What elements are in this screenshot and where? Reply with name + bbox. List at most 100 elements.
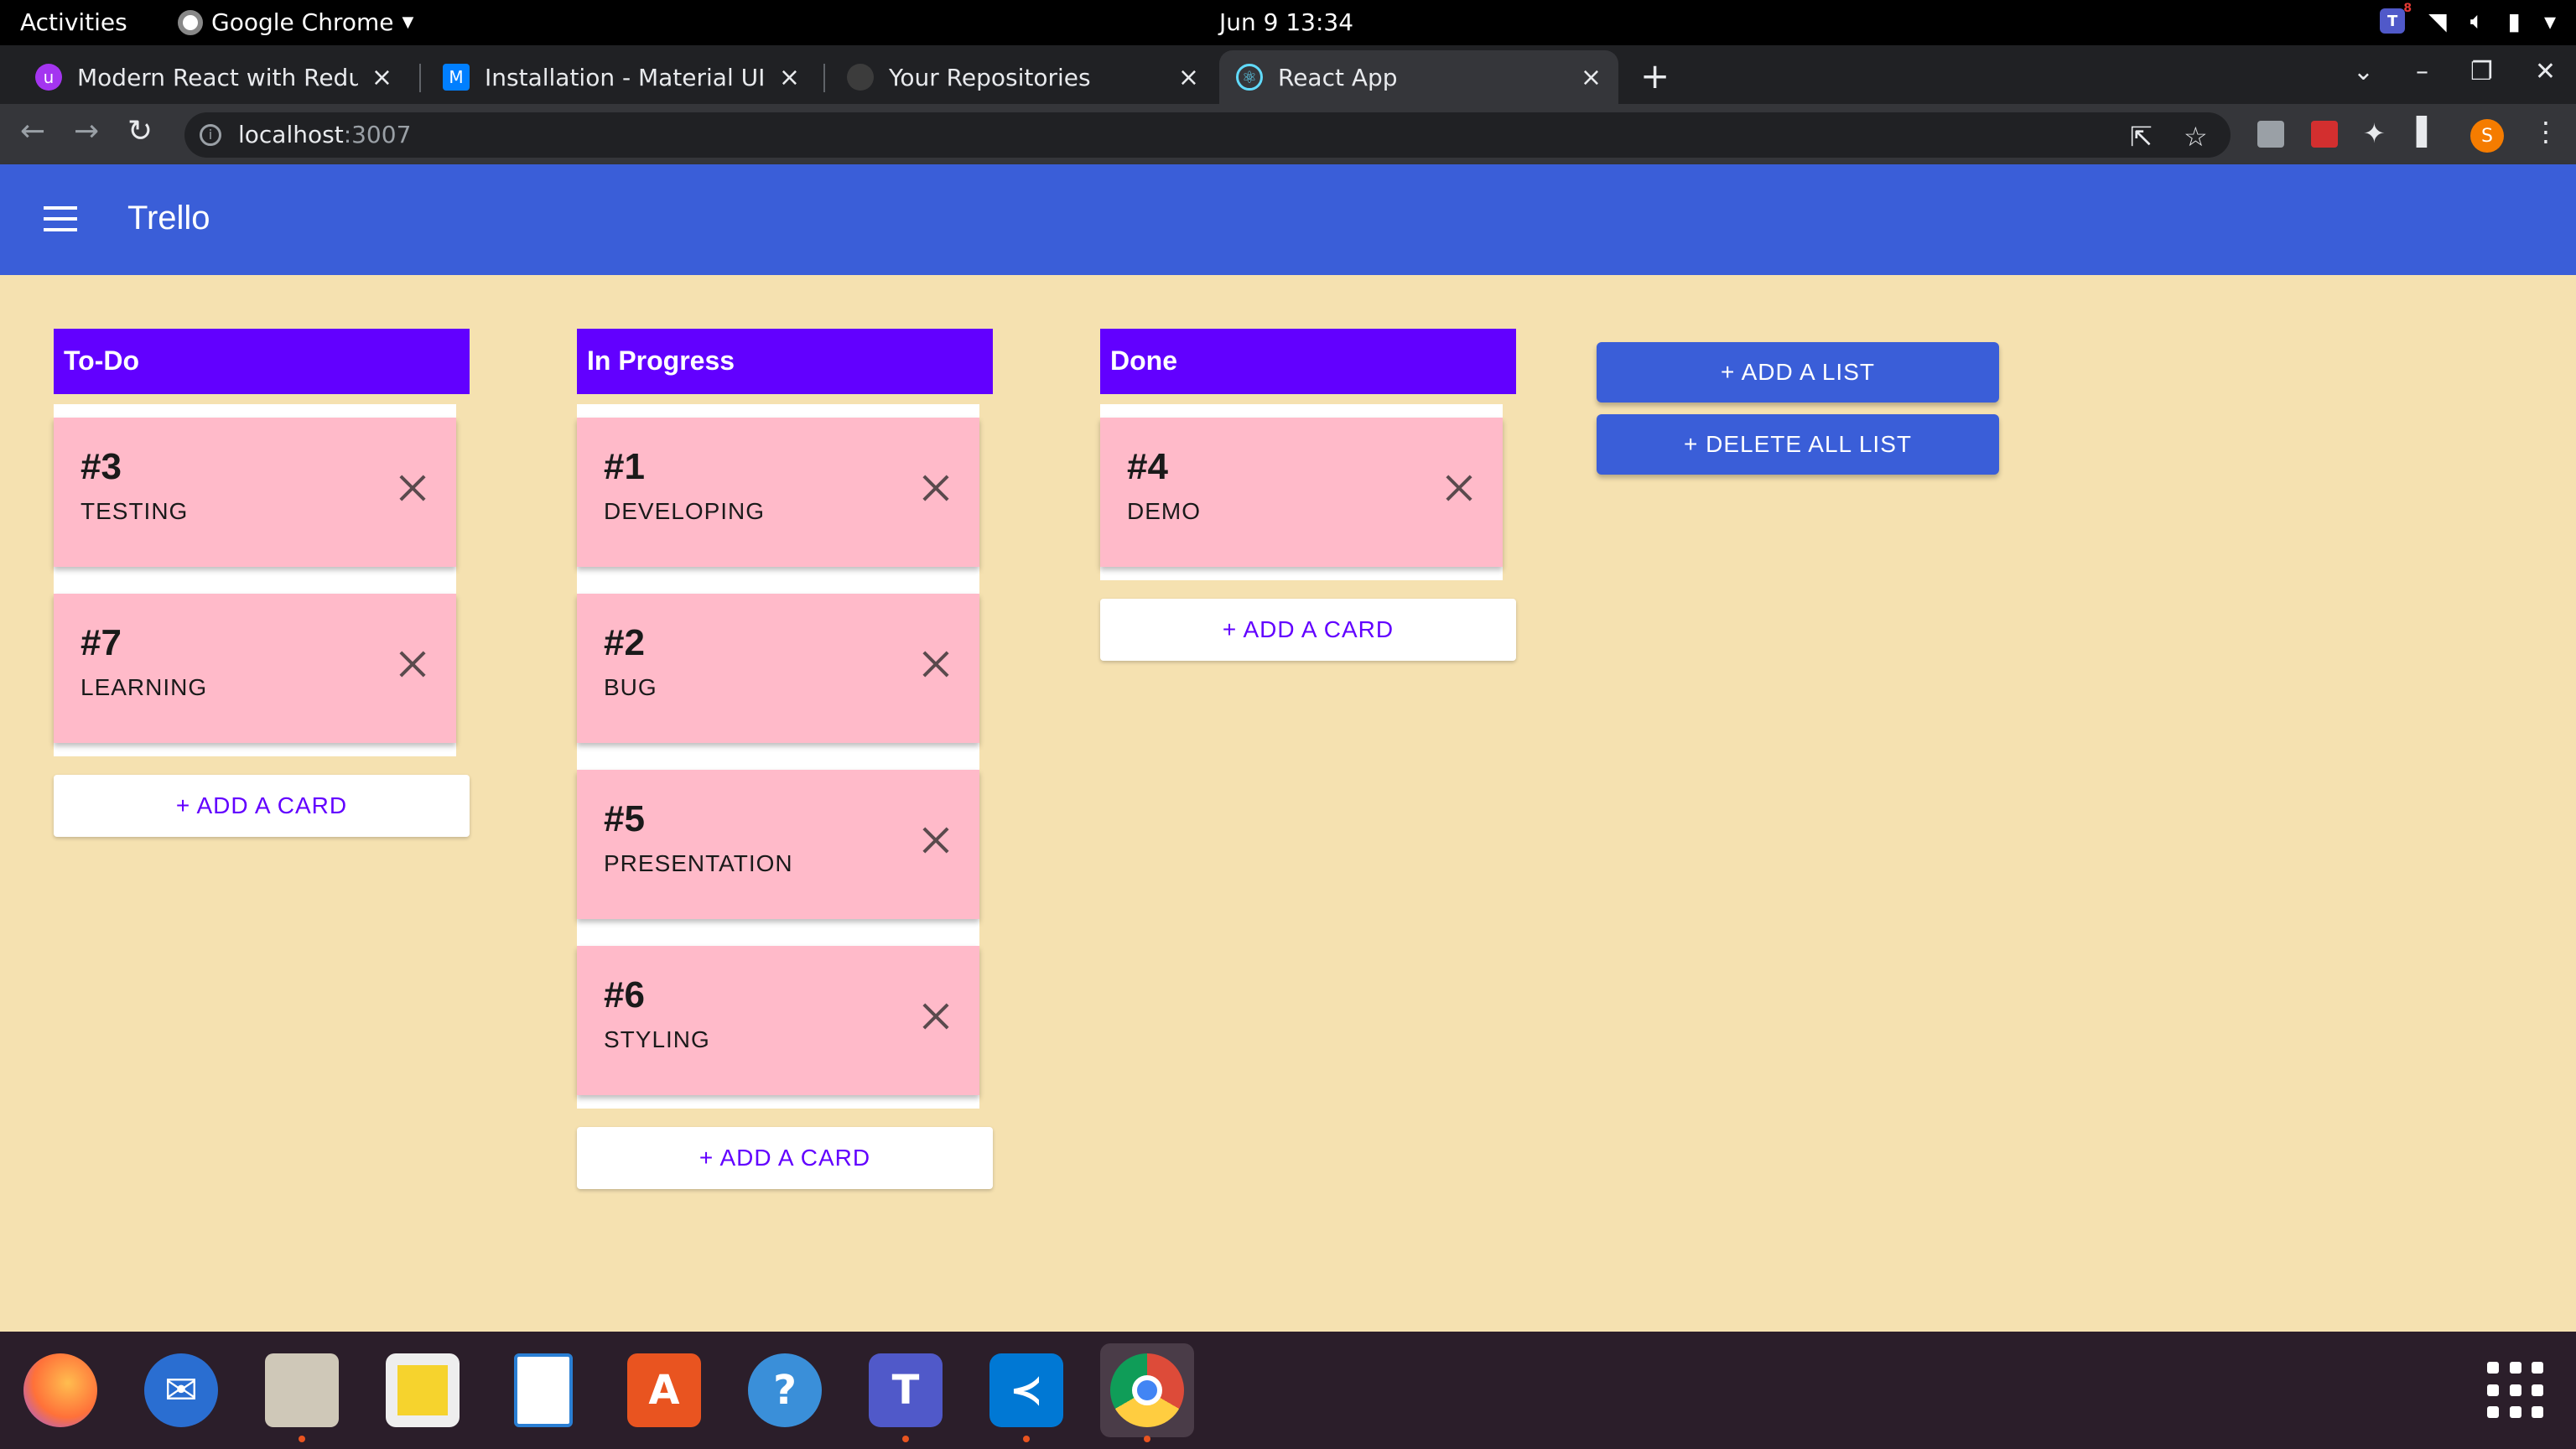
files-icon — [265, 1353, 339, 1427]
restore-button[interactable]: ❐ — [2470, 57, 2493, 86]
thunderbird-icon: ✉ — [144, 1353, 218, 1427]
browser-tab[interactable]: u Modern React with Redux × — [18, 50, 409, 104]
card-name: BUG — [604, 674, 657, 700]
card[interactable]: #3 TESTING — [54, 418, 456, 567]
card[interactable]: #5 PRESENTATION — [577, 770, 979, 919]
forward-icon[interactable]: → — [74, 114, 99, 148]
app-title: Trello — [127, 200, 210, 236]
chrome-menu-icon[interactable]: ⋮ — [2532, 116, 2559, 148]
add-card-button[interactable]: + ADD A CARD — [577, 1127, 993, 1189]
url-text[interactable]: localhost:3007 — [238, 121, 411, 148]
browser-tab-active[interactable]: ⚛ React App × — [1219, 50, 1618, 104]
address-bar[interactable]: i localhost:3007 ⇱ ☆ — [184, 112, 2231, 158]
battery-icon: ▮ — [2507, 7, 2521, 35]
card-name: DEVELOPING — [604, 498, 766, 524]
back-icon[interactable]: ← — [20, 114, 45, 148]
card[interactable]: #4 DEMO — [1100, 418, 1503, 567]
dock-thunderbird[interactable]: ✉ — [134, 1343, 228, 1437]
dock-teams[interactable]: T — [859, 1343, 953, 1442]
close-tab-icon[interactable]: × — [1178, 63, 1199, 92]
system-tray[interactable]: T8 ◥ 🔈︎ ▮ ▾ — [2380, 2, 2556, 35]
app-menu[interactable]: Google Chrome ▼ — [178, 8, 413, 36]
share-icon[interactable]: ⇱ — [2130, 121, 2153, 153]
bookmark-star-icon[interactable]: ☆ — [2184, 121, 2208, 153]
github-icon — [847, 64, 874, 91]
card[interactable]: #7 LEARNING — [54, 594, 456, 743]
card-name: PRESENTATION — [604, 850, 793, 876]
extension-c-icon[interactable] — [2257, 121, 2284, 148]
dock-help[interactable]: ? — [738, 1343, 832, 1437]
card-number: #7 — [80, 622, 122, 663]
list-title[interactable]: To-Do — [54, 329, 470, 394]
menu-icon[interactable] — [44, 206, 77, 231]
close-tab-icon[interactable]: × — [1581, 63, 1602, 92]
browser-toolbar: ← → ↻ i localhost:3007 ⇱ ☆ ✦ ▌ S ⋮ — [0, 104, 2576, 164]
reload-icon[interactable]: ↻ — [127, 114, 153, 148]
browser-tab[interactable]: Your Repositories × — [830, 50, 1216, 104]
card[interactable]: #1 DEVELOPING — [577, 418, 979, 567]
delete-card-icon[interactable] — [394, 646, 431, 683]
list-done: Done #4 DEMO + ADD A CARD — [1100, 329, 1516, 661]
show-applications-icon[interactable] — [2487, 1362, 2544, 1419]
browser-tab[interactable]: M Installation - Material UI × — [426, 50, 817, 104]
delete-card-icon[interactable] — [917, 470, 954, 506]
teams-tray-icon[interactable]: T8 — [2380, 2, 2412, 34]
clock[interactable]: Jun 9 13:34 — [1219, 8, 1353, 36]
list-cards: #4 DEMO — [1100, 404, 1503, 567]
card-name: STYLING — [604, 1026, 710, 1052]
libreoffice-writer-icon — [514, 1353, 573, 1427]
power-menu-icon[interactable]: ▾ — [2544, 8, 2556, 35]
list-title[interactable]: Done — [1100, 329, 1516, 394]
close-tab-icon[interactable]: × — [371, 63, 392, 92]
tab-search-icon[interactable]: ⌄ — [2353, 57, 2374, 86]
site-info-icon[interactable]: i — [200, 124, 221, 146]
extension-red-icon[interactable] — [2311, 121, 2338, 148]
chrome-icon — [1110, 1353, 1184, 1427]
delete-all-lists-button[interactable]: + DELETE ALL LIST — [1597, 414, 1999, 475]
close-window-button[interactable]: ✕ — [2535, 57, 2556, 86]
list-in-progress: In Progress #1 DEVELOPING #2 BUG #5 PRES… — [577, 329, 993, 1189]
wifi-icon: ◥ — [2428, 7, 2447, 35]
add-list-button[interactable]: + ADD A LIST — [1597, 342, 1999, 402]
react-icon: ⚛ — [1236, 64, 1263, 91]
software-center-icon: A — [627, 1353, 701, 1427]
close-tab-icon[interactable]: × — [779, 63, 800, 92]
card-name: TESTING — [80, 498, 189, 524]
card[interactable]: #2 BUG — [577, 594, 979, 743]
card-number: #2 — [604, 622, 645, 663]
caret-down-icon: ▼ — [402, 13, 414, 31]
add-card-button[interactable]: + ADD A CARD — [1100, 599, 1516, 661]
activities-button[interactable]: Activities — [20, 8, 127, 36]
tab-title: React App — [1278, 63, 1398, 91]
dock-files[interactable] — [255, 1343, 349, 1442]
card-number: #1 — [604, 446, 645, 487]
mui-icon: M — [443, 64, 470, 91]
delete-card-icon[interactable] — [917, 646, 954, 683]
card-number: #6 — [604, 974, 645, 1015]
side-panel-icon[interactable]: ▌ — [2417, 116, 2438, 148]
app-bar: Trello — [0, 164, 2576, 275]
delete-card-icon[interactable] — [917, 822, 954, 859]
list-cards: #1 DEVELOPING #2 BUG #5 PRESENTATION #6 … — [577, 404, 979, 1095]
extensions-puzzle-icon[interactable]: ✦ — [2363, 117, 2386, 149]
tab-title: Modern React with Redux — [77, 63, 358, 91]
dock-rhythmbox[interactable] — [376, 1343, 470, 1437]
card[interactable]: #6 STYLING — [577, 946, 979, 1095]
new-tab-button[interactable]: + — [1640, 55, 1670, 96]
add-card-button[interactable]: + ADD A CARD — [54, 775, 470, 837]
delete-card-icon[interactable] — [917, 998, 954, 1035]
list-title[interactable]: In Progress — [577, 329, 993, 394]
minimize-button[interactable]: – — [2416, 57, 2428, 86]
profile-avatar[interactable]: S — [2470, 119, 2504, 153]
delete-card-icon[interactable] — [394, 470, 431, 506]
dock-chrome[interactable] — [1100, 1343, 1194, 1442]
dock-firefox[interactable] — [13, 1343, 107, 1437]
dock-writer[interactable] — [496, 1343, 590, 1437]
dock: ✉ A ? T ≺ — [0, 1332, 2576, 1449]
tab-title: Installation - Material UI — [485, 63, 766, 91]
dock-software[interactable]: A — [617, 1343, 711, 1437]
delete-card-icon[interactable] — [1441, 470, 1478, 506]
dock-vscode[interactable]: ≺ — [979, 1343, 1073, 1442]
rhythmbox-icon — [386, 1353, 460, 1427]
board: To-Do #3 TESTING #7 LEARNING + ADD A CAR… — [0, 275, 2576, 1332]
